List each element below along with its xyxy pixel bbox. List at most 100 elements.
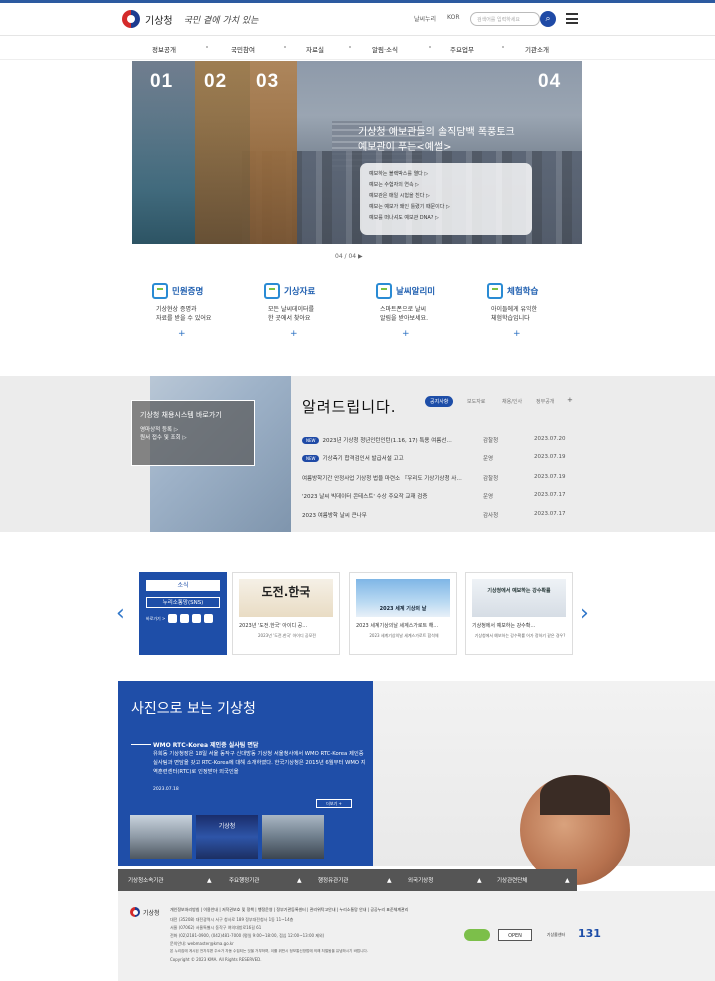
hero-link[interactable]: 예보는 수험자의 연속 ▷	[369, 180, 523, 191]
plus-icon[interactable]: +	[402, 329, 491, 339]
chevron-up-icon[interactable]: ▲	[387, 877, 392, 884]
carousel-next-icon[interactable]: ›	[580, 601, 589, 626]
weather-data-icon	[264, 283, 280, 299]
quick-link-weather-data[interactable]: 기상자료 모든 날씨데이터를 한 곳에서 찾아요 +	[264, 283, 379, 339]
twitter-icon[interactable]	[180, 614, 190, 623]
tab-notice[interactable]: 공지사항	[425, 396, 454, 407]
news-card-title[interactable]: 기상청에서 예보하는 강수확…	[472, 622, 568, 629]
photo-thumbnail[interactable]	[262, 815, 324, 859]
quick-link-desc: 아이들에게 유익한	[491, 306, 538, 313]
search-input[interactable]: 검색어를 입력하세요	[470, 12, 540, 26]
notice-row-title[interactable]: 2023년 기상청 청년인턴인턴(1.16, 17) 특용 여름선…	[322, 438, 451, 444]
photo-headline[interactable]: WMO RTC-Korea 제인증 실사팀 면담	[153, 740, 258, 749]
gnb-item-info[interactable]: 정보공개	[152, 44, 176, 54]
news-card-image: 도전.한국	[239, 579, 333, 617]
footer-links[interactable]: 개인정보처리방침 | 이용안내 | 저작권보호 및 정책 | 행정운영 | 정부…	[170, 907, 408, 913]
chevron-up-icon[interactable]: ▲	[565, 877, 570, 884]
notice-row-date: 2023.07.17	[534, 511, 566, 517]
related-select[interactable]: 행정유관기관	[318, 876, 348, 884]
gnb-item-news[interactable]: 알림·소식	[372, 44, 398, 54]
news-card-title[interactable]: 2023년 '도전.한국' 아이디 공…	[239, 622, 335, 629]
gnb-separator	[429, 46, 431, 48]
notice-row[interactable]: 여름방학기간 안정사업 기상청 법을 마련소 『우리도 기상기상청 사… 감찰청 2…	[302, 474, 572, 488]
notice-row-title[interactable]: 기상측기 합격검인서 발급서설 고고	[322, 456, 403, 462]
notice-row[interactable]: 2023 여름방학 날씨 큰나무 감사청 2023.07.17	[302, 511, 572, 525]
notice-row[interactable]: NEW 2023년 기상청 청년인턴인턴(1.16, 17) 특용 여름선… 감찰청…	[302, 436, 572, 450]
photo-thumbnail[interactable]	[130, 815, 192, 859]
chevron-up-icon[interactable]: ▲	[477, 877, 482, 884]
notice-row[interactable]: '2023 날씨 빅데이터 콘테스트' 수상 주요작 교재 검증 운영 2023.0…	[302, 492, 572, 506]
plus-icon[interactable]: +	[290, 329, 379, 339]
util-link-weather[interactable]: 날씨누리	[414, 14, 436, 23]
photo-thumbnail[interactable]: 기상청	[196, 815, 258, 859]
notice-row[interactable]: NEW 기상측기 합격검인서 발급서설 고고 운영 2023.07.19	[302, 454, 572, 468]
photo-more-button[interactable]: 더보기 +	[316, 799, 352, 808]
news-card[interactable]: 도전.한국 2023년 '도전.한국' 아이디 공… 2023년 '도전.한국'…	[232, 572, 340, 655]
site-logo[interactable]: 기상청 국민 곁에 가치 있는	[122, 10, 258, 28]
notice-row-title[interactable]: '2023 날씨 빅데이터 콘테스트' 수상 주요작 교재 검증	[302, 494, 427, 500]
logo-slogan: 국민 곁에 가치 있는	[183, 15, 259, 26]
recruit-link[interactable]: 영마상적 등록 ▷	[140, 426, 246, 434]
quick-link-desc: 스마트폰으로 날씨	[380, 306, 427, 313]
recruit-link-box[interactable]: 기상청 채용시스템 바로가기 영마상적 등록 ▷ 원서 접수 및 조회 ▷	[131, 400, 255, 466]
facebook-icon[interactable]	[168, 614, 178, 623]
plus-icon[interactable]: +	[513, 329, 602, 339]
notice-title: 알려드립니다.	[302, 398, 397, 416]
sns-links: 바로가기 >	[146, 614, 220, 623]
recruit-link[interactable]: 원서 접수 및 조회 ▷	[140, 434, 246, 442]
related-select[interactable]: 기상청소속기관	[128, 876, 163, 884]
quick-link-experience[interactable]: 체험학습 아이들에게 유익한 체험학습입니다 +	[487, 283, 602, 339]
web-accessibility-badge[interactable]	[464, 929, 490, 941]
chevron-up-icon[interactable]: ▲	[297, 877, 302, 884]
gnb-separator	[284, 46, 286, 48]
notice-row-title[interactable]: 2023 여름방학 날씨 큰나무	[302, 513, 367, 519]
hero-link[interactable]: 예보하는 블랙박스를 열다 ▷	[369, 169, 523, 180]
sns-button[interactable]: 누리소통망(SNS)	[146, 597, 220, 608]
footer-logo-text: 기상청	[143, 909, 160, 917]
hero-link[interactable]: 예보는 예보가 왜인 틀렸기 때문이다 ▷	[369, 202, 523, 213]
callcenter-number[interactable]: 131	[578, 927, 601, 940]
gnb-separator	[502, 46, 504, 48]
news-card-title[interactable]: 2023 세계기상의날 세계스가로트 해…	[356, 622, 452, 629]
related-select[interactable]: 기상관련단체	[497, 876, 527, 884]
notice-row-date: 2023.07.19	[534, 454, 566, 460]
carousel-prev-icon[interactable]: ‹	[116, 601, 125, 626]
notice-row-title[interactable]: 여름방학기간 안정사업 기상청 법을 마련소 『우리도 기상기상청 사…	[302, 476, 462, 482]
gnb-item-archive[interactable]: 자료실	[306, 44, 324, 54]
chevron-up-icon[interactable]: ▲	[207, 877, 212, 884]
related-select[interactable]: 외국기상청	[408, 876, 433, 884]
hero-pager[interactable]: 04 / 04 ▶	[335, 253, 363, 260]
blog-icon[interactable]	[192, 614, 202, 623]
related-select[interactable]: 주요행정기관	[229, 876, 259, 884]
youtube-icon[interactable]	[204, 614, 214, 623]
notice-row-dept: 감찰청	[483, 476, 499, 482]
gnb-item-work[interactable]: 주요업무	[450, 44, 474, 54]
footer-address: 서울 (07062) 서울특별시 동작구 여의대방로16길 61	[170, 925, 262, 930]
tab-recruit[interactable]: 채용/인사	[502, 398, 522, 405]
open-badge[interactable]: OPEN	[498, 929, 532, 941]
util-link-language[interactable]: KOR	[447, 14, 460, 21]
hero-banner[interactable]: 01 02 03 04 기상청 예보관들의 솔직담백 폭풍토크 예보관이 푸는<…	[132, 61, 582, 244]
tab-press[interactable]: 보도자료	[467, 398, 485, 405]
news-card[interactable]: 2023 세계 기상의 날 2023 세계기상의날 세계스가로트 해… 2023…	[349, 572, 457, 655]
notice-row-dept: 운영	[483, 456, 494, 462]
news-card[interactable]: 기상청에서 예보하는 강수확률 기상청에서 예보하는 강수확… 기상청에서 예보…	[465, 572, 573, 655]
plus-icon[interactable]: +	[178, 329, 267, 339]
quick-link-certificate[interactable]: 민원증명 기상현상 증명과 자료를 받을 수 있어요 +	[152, 283, 267, 339]
photo-description: 유희동 기상청장은 18일 서울 동작구 신대방동 기상청 서울청사에서 WMO…	[153, 751, 366, 775]
quick-link-alert[interactable]: 날씨알리미 스마트폰으로 날씨 알림을 받아보세요. +	[376, 283, 491, 339]
notice-row-date: 2023.07.19	[534, 474, 566, 480]
new-badge: NEW	[302, 437, 320, 444]
quick-link-desc: 알림을 받아보세요.	[380, 315, 428, 322]
gnb-item-participation[interactable]: 국민참여	[231, 44, 255, 54]
notice-more-button[interactable]: +	[567, 396, 573, 404]
panel-number-1: 01	[150, 71, 174, 92]
hero-link[interactable]: 예보를 떠나셔도 예보관 DNA? ▷	[369, 213, 523, 224]
menu-icon[interactable]	[566, 13, 578, 24]
hero-link[interactable]: 예보관은 매일 시험을 친다 ▷	[369, 191, 523, 202]
gnb-item-about[interactable]: 기관소개	[525, 44, 549, 54]
tab-public[interactable]: 정부공개	[536, 398, 554, 405]
search-icon[interactable]: ⌕	[540, 11, 556, 27]
quick-link-title: 민원증명	[172, 287, 204, 297]
footer-phone: 전화 (02)2181-0900, (042)481-7000 (평일 9:00…	[170, 933, 325, 938]
